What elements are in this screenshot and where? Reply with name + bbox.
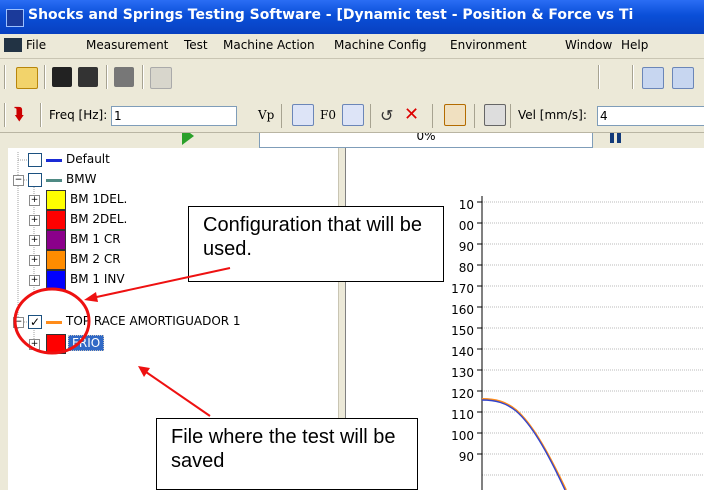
window-title: Shocks and Springs Testing Software - [D… <box>28 7 634 23</box>
collapse-icon[interactable]: − <box>13 175 24 186</box>
checkbox[interactable] <box>28 173 42 187</box>
y-tick: 120 <box>451 387 474 401</box>
pv-chart-icon[interactable] <box>672 67 694 89</box>
menu-help[interactable]: Help <box>621 38 648 52</box>
expand-icon[interactable]: + <box>29 275 40 286</box>
toolbar-grip <box>4 65 6 89</box>
tree-item-default[interactable]: Default <box>8 152 338 168</box>
tree-item-frio[interactable]: + FRIO <box>8 334 338 354</box>
toolbar-separator <box>510 104 511 128</box>
toolbar-separator <box>432 104 433 128</box>
undo-icon[interactable]: ↺ <box>380 106 393 125</box>
color-swatch <box>46 159 62 162</box>
color-swatch <box>46 270 66 290</box>
y-tick: 150 <box>451 324 474 338</box>
color-swatch <box>46 190 66 210</box>
tree-item-label: BM 2 CR <box>70 252 121 266</box>
tree-item-label: BMW <box>66 172 97 186</box>
save-icon[interactable] <box>52 67 72 87</box>
f0-label[interactable]: F0 <box>320 108 336 122</box>
tree-item-label: BM 1DEL. <box>70 192 128 206</box>
color-swatch <box>46 230 66 250</box>
mdi-logo-icon[interactable] <box>4 38 22 52</box>
toolbar-separator <box>632 65 634 89</box>
tree-item-label: BM 1 INV <box>70 272 125 286</box>
menu-environment[interactable]: Environment <box>450 38 527 52</box>
menu-window[interactable]: Window <box>565 38 612 52</box>
freq-label: Freq [Hz]: <box>49 108 108 122</box>
y-tick: 110 <box>451 408 474 422</box>
menu-bar: File Measurement Test Machine Action Mac… <box>0 34 704 59</box>
tree-item-label: TOP RACE AMORTIGUADOR 1 <box>66 314 241 328</box>
toolbar-separator <box>370 104 371 128</box>
delete-icon[interactable]: ✕ <box>404 104 419 125</box>
toolbar-separator <box>40 103 42 127</box>
color-swatch <box>46 210 66 230</box>
vel-label: Vel [mm/s]: <box>518 108 587 122</box>
menu-measurement[interactable]: Measurement <box>86 38 168 52</box>
toolbar-separator <box>474 104 475 128</box>
callout-configuration: Configuration that will be used. <box>188 206 444 282</box>
menu-machine-action[interactable]: Machine Action <box>223 38 315 52</box>
expand-icon[interactable]: + <box>29 339 40 350</box>
callout-file: File where the test will be saved <box>156 418 418 490</box>
y-tick: 140 <box>451 345 474 359</box>
checkbox[interactable] <box>28 153 42 167</box>
y-tick: 130 <box>451 366 474 380</box>
title-bar: Shocks and Springs Testing Software - [D… <box>0 0 704 34</box>
toolbar-separator <box>44 65 46 89</box>
y-tick: 90 <box>458 450 474 464</box>
expand-icon[interactable]: + <box>29 255 40 266</box>
toolbar-grip <box>4 103 6 127</box>
tree-item-label: BM 1 CR <box>70 232 121 246</box>
collapse-icon[interactable]: − <box>13 317 24 328</box>
toolbar-main: 0% <box>0 60 704 148</box>
tree-item-label: BM 2DEL. <box>70 212 128 226</box>
tree-item-label: Default <box>66 152 110 166</box>
freq-input[interactable]: 1 <box>111 106 237 126</box>
print-icon[interactable] <box>114 67 134 87</box>
vel-input[interactable]: 4 <box>597 106 704 126</box>
tree-item-label-selected: FRIO <box>68 335 105 351</box>
monitor-icon[interactable] <box>484 104 506 126</box>
color-swatch <box>46 321 62 324</box>
checkbox-checked[interactable]: ✓ <box>28 315 42 329</box>
curve-orange <box>481 398 567 490</box>
tree-item-bmw[interactable]: − BMW <box>8 172 338 188</box>
menu-test[interactable]: Test <box>184 38 208 52</box>
menu-file[interactable]: File <box>26 38 46 52</box>
tree-item-top-race[interactable]: − ✓ TOP RACE AMORTIGUADOR 1 <box>8 314 338 330</box>
app-logo-icon <box>6 9 24 27</box>
frt-alt-icon[interactable] <box>342 104 364 126</box>
y-tick: 100 <box>451 429 474 443</box>
expand-icon[interactable]: + <box>29 235 40 246</box>
y-tick: 160 <box>451 303 474 317</box>
reset-zero-icon[interactable] <box>444 104 466 126</box>
color-swatch <box>46 250 66 270</box>
expand-icon[interactable]: + <box>29 195 40 206</box>
vp-label[interactable]: Vp <box>258 108 274 122</box>
pf-chart-icon[interactable] <box>642 67 664 89</box>
curve-blue <box>481 399 566 490</box>
open-folder-icon[interactable] <box>16 67 38 89</box>
toolbar-separator <box>106 65 108 89</box>
arrow-down-icon[interactable]: ⮯ <box>14 106 30 122</box>
menu-machine-config[interactable]: Machine Config <box>334 38 427 52</box>
frt-chart-icon[interactable] <box>292 104 314 126</box>
toolbar-separator <box>281 104 282 128</box>
toolbar-separator <box>598 65 600 89</box>
color-swatch <box>46 334 66 354</box>
save-all-icon[interactable] <box>78 67 98 87</box>
color-swatch <box>46 179 62 182</box>
view-icon[interactable] <box>150 67 172 89</box>
toolbar-separator <box>142 65 144 89</box>
expand-icon[interactable]: + <box>29 215 40 226</box>
y-tick: 170 <box>451 282 474 296</box>
